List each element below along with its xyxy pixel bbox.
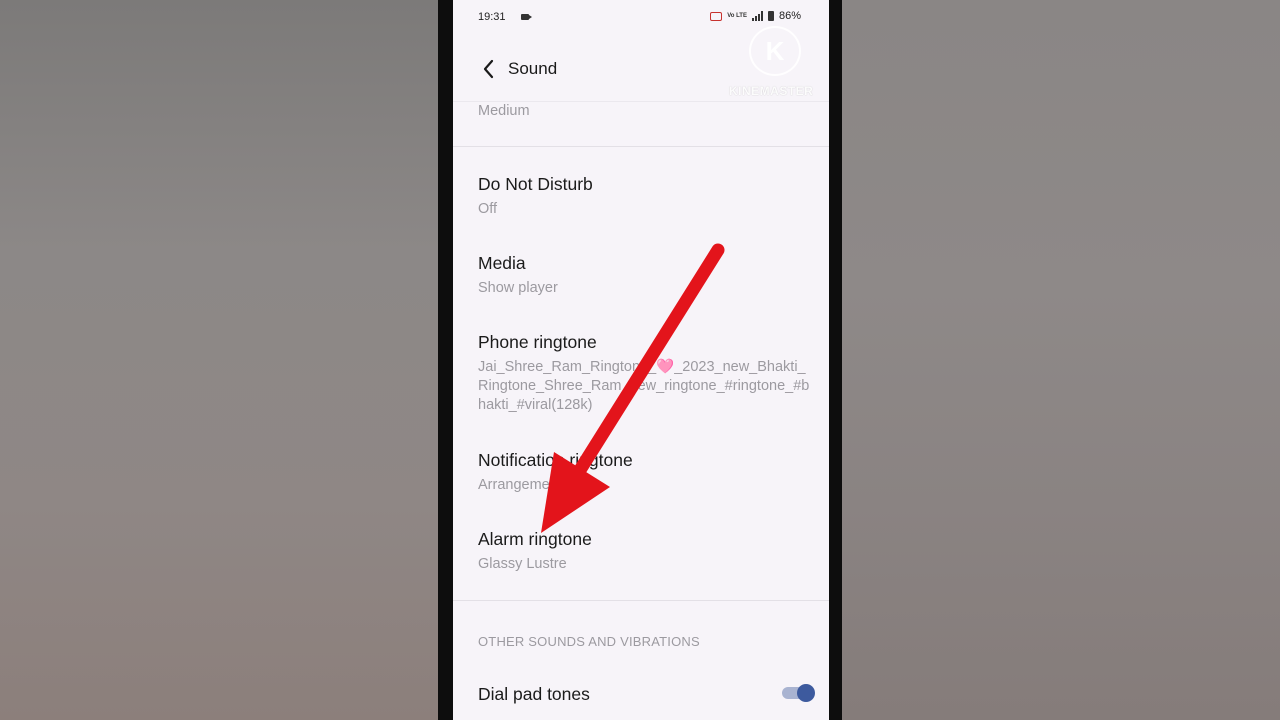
section-header-other-sounds: OTHER SOUNDS AND VIBRATIONS [478, 634, 700, 649]
setting-alarm-ringtone[interactable]: Alarm ringtone Glassy Lustre [478, 528, 813, 574]
page-title: Sound [508, 59, 558, 78]
header-divider [453, 101, 829, 102]
section-divider [453, 600, 829, 601]
setting-title: Dial pad tones [478, 684, 590, 704]
setting-summary: Jai_Shree_Ram_Ringtone_🩷_2023_new_Bhakti… [478, 359, 810, 413]
setting-dial-pad-tones[interactable]: Dial pad tones [478, 683, 813, 705]
setting-title: Alarm ringtone [478, 529, 592, 549]
setting-summary: Arrangement [478, 477, 562, 493]
toggle-thumb [797, 684, 815, 702]
video-camera-icon [521, 14, 532, 20]
battery-percent: 86% [778, 10, 801, 22]
cast-icon [710, 11, 723, 21]
blurred-background-left [0, 0, 438, 720]
volte-icon: Vo LTE [727, 13, 747, 19]
setting-title: Notification ringtone [478, 450, 633, 470]
battery-icon [767, 11, 774, 21]
setting-notification-ringtone[interactable]: Notification ringtone Arrangement [478, 449, 813, 495]
section-divider [453, 146, 829, 147]
setting-do-not-disturb[interactable]: Do Not Disturb Off [478, 173, 813, 219]
status-icons: Vo LTE 86% [710, 10, 801, 22]
dial-pad-tones-toggle[interactable] [782, 684, 816, 702]
blurred-background-right [842, 0, 1280, 720]
watermark-text: KINEMASTER [729, 84, 814, 98]
volume-summary-partial: Medium [478, 103, 530, 119]
watermark-logo-letter: K [765, 36, 785, 66]
setting-title: Phone ringtone [478, 332, 597, 352]
setting-title: Do Not Disturb [478, 174, 593, 194]
setting-media[interactable]: Media Show player [478, 252, 813, 298]
signal-icon [751, 11, 763, 21]
status-time: 19:31 [478, 11, 506, 23]
setting-summary: Show player [478, 280, 558, 296]
setting-title: Media [478, 253, 526, 273]
setting-summary: Glassy Lustre [478, 556, 567, 572]
kinemaster-logo-icon: K [749, 26, 801, 76]
back-arrow-icon[interactable] [477, 57, 501, 81]
setting-phone-ringtone[interactable]: Phone ringtone Jai_Shree_Ram_Ringtone_🩷_… [478, 331, 813, 415]
phone-screen: 19:31 Vo LTE 86% Sound K KINEMASTER Medi… [453, 0, 829, 720]
setting-summary: Off [478, 201, 498, 217]
